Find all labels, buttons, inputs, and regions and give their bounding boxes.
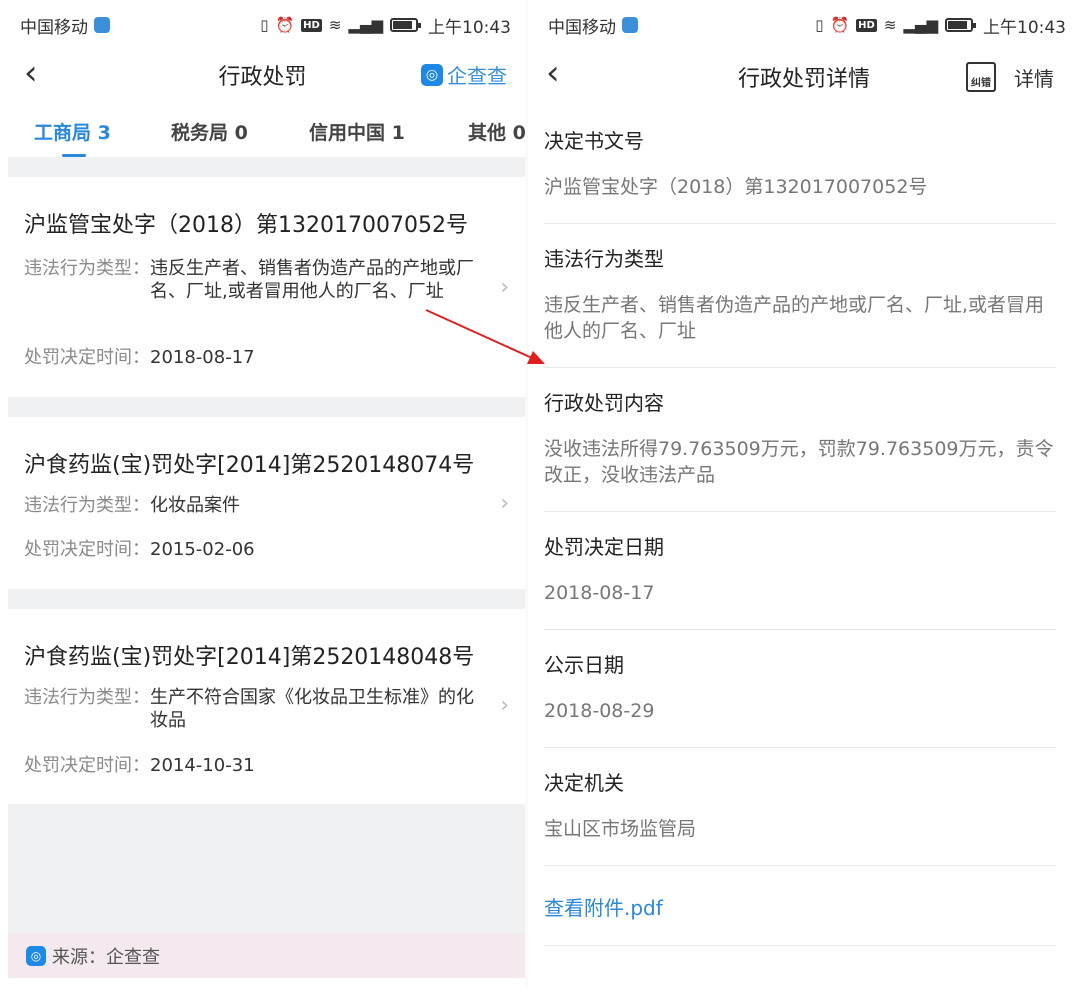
- type-value: 生产不符合国家《化妆品卫生标准》的化妆品: [150, 687, 474, 731]
- field-value: 2018-08-17: [544, 582, 655, 604]
- battery-icon: [390, 18, 421, 32]
- right-screen: 中国移动 ▯ ⏰ HD ≋ ▂▄▆ 上午10:43 ‹ 行政处罚详情 纠错 详情…: [528, 0, 1080, 988]
- tab-label: 工商局 3: [34, 122, 111, 144]
- tab-xinyong[interactable]: 信用中国 1: [309, 104, 405, 145]
- status-bar: 中国移动 ▯ ⏰ HD ≋ ▂▄▆ 上午10:43: [0, 0, 525, 50]
- record-date-row: 处罚决定时间： 2015-02-06: [24, 538, 485, 561]
- tab-gongshang[interactable]: 工商局 3: [34, 104, 111, 157]
- record-type-row: 违法行为类型： 化妆品案件: [24, 494, 485, 517]
- date-value: 2015-02-06: [150, 539, 255, 560]
- source-footer: ◎ 来源：企查查: [8, 933, 525, 978]
- wifi-icon: ≋: [328, 16, 342, 34]
- record-date-row: 处罚决定时间： 2018-08-17: [24, 346, 485, 369]
- alarm-icon: ⏰: [830, 16, 850, 34]
- field-decision-number: 决定书文号 沪监管宝处字（2018）第132017007052号: [544, 106, 1056, 224]
- hd-icon: HD: [301, 18, 322, 32]
- qichacha-icon: ◎: [421, 63, 443, 86]
- field-label: 决定机关: [544, 771, 624, 795]
- chevron-right-icon: ›: [500, 491, 509, 516]
- date-value: 2018-08-17: [150, 347, 255, 368]
- record-card[interactable]: 沪食药监(宝)罚处字[2014]第2520148074号 违法行为类型： 化妆品…: [8, 417, 525, 589]
- carrier-name: 中国移动: [20, 17, 88, 38]
- alarm-icon: ⏰: [275, 16, 295, 34]
- date-label: 处罚决定时间：: [24, 347, 150, 368]
- clock: 上午10:43: [428, 17, 511, 38]
- date-value: 2014-10-31: [150, 755, 255, 776]
- date-label: 处罚决定时间：: [24, 755, 150, 776]
- hd-icon: HD: [856, 18, 877, 32]
- carrier-badge-icon: [622, 17, 638, 33]
- record-title: 沪食药监(宝)罚处字[2014]第2520148074号: [24, 453, 475, 478]
- field-label: 决定书文号: [544, 129, 644, 153]
- attachment-link[interactable]: 查看附件.pdf: [544, 866, 1056, 946]
- signal-icon: ▂▄▆: [348, 16, 383, 34]
- carrier: 中国移动: [20, 13, 110, 38]
- date-label: 处罚决定时间：: [24, 539, 150, 560]
- type-value: 化妆品案件: [150, 495, 240, 516]
- empty-area: [8, 804, 525, 933]
- record-card[interactable]: 沪监管宝处字（2018）第132017007052号 违法行为类型： 违反生产者…: [8, 177, 525, 397]
- detail-button[interactable]: 详情: [1014, 63, 1054, 92]
- status-icons: ▯ ⏰ HD ≋ ▂▄▆ 上午10:43: [815, 13, 1066, 38]
- field-authority: 决定机关 宝山区市场监管局: [544, 748, 1056, 866]
- record-date-row: 处罚决定时间： 2014-10-31: [24, 754, 485, 777]
- wifi-icon: ≋: [883, 16, 897, 34]
- clock: 上午10:43: [983, 17, 1066, 38]
- type-label: 违法行为类型：: [24, 687, 150, 708]
- correction-icon[interactable]: 纠错: [966, 62, 996, 92]
- field-penalty-content: 行政处罚内容 没收违法所得79.763509万元，罚款79.763509万元，责…: [544, 368, 1056, 512]
- field-publish-date: 公示日期 2018-08-29: [544, 630, 1056, 748]
- tab-qita[interactable]: 其他 0: [468, 104, 525, 145]
- nav-bar: ‹ 行政处罚详情 纠错 详情: [528, 50, 1080, 100]
- record-type-row: 违法行为类型： 违反生产者、销售者伪造产品的产地或厂名、厂址,或者冒用他人的厂名…: [24, 257, 485, 303]
- field-violation-type: 违法行为类型 违反生产者、销售者伪造产品的产地或厂名、厂址,或者冒用他人的厂名、…: [544, 224, 1056, 368]
- nav-bar: ‹ 行政处罚 ◎ 企查查: [0, 50, 525, 100]
- field-value: 沪监管宝处字（2018）第132017007052号: [544, 176, 928, 198]
- record-title: 沪食药监(宝)罚处字[2014]第2520148048号: [24, 645, 475, 670]
- field-label: 处罚决定日期: [544, 535, 664, 559]
- field-value: 违反生产者、销售者伪造产品的产地或厂名、厂址,或者冒用他人的厂名、厂址: [544, 294, 1045, 342]
- vibrate-icon: ▯: [260, 16, 269, 34]
- field-value: 2018-08-29: [544, 700, 655, 722]
- detail-list: 决定书文号 沪监管宝处字（2018）第132017007052号 违法行为类型 …: [544, 106, 1056, 946]
- source-text: 来源：企查查: [52, 946, 160, 968]
- status-bar: 中国移动 ▯ ⏰ HD ≋ ▂▄▆ 上午10:43: [528, 0, 1080, 50]
- chevron-right-icon: ›: [500, 693, 509, 718]
- type-value: 违反生产者、销售者伪造产品的产地或厂名、厂址,或者冒用他人的厂名、厂址: [150, 258, 474, 302]
- field-label: 行政处罚内容: [544, 391, 664, 415]
- status-icons: ▯ ⏰ HD ≋ ▂▄▆ 上午10:43: [260, 13, 511, 38]
- record-card[interactable]: 沪食药监(宝)罚处字[2014]第2520148048号 违法行为类型： 生产不…: [8, 609, 525, 804]
- section-gap: [8, 157, 525, 177]
- brand-logo: ◎ 企查查: [421, 60, 507, 89]
- field-label: 违法行为类型: [544, 247, 664, 271]
- brand-name: 企查查: [447, 64, 507, 88]
- field-value: 宝山区市场监管局: [544, 818, 697, 840]
- section-gap: [8, 397, 525, 417]
- carrier-name: 中国移动: [548, 17, 616, 38]
- vibrate-icon: ▯: [815, 16, 824, 34]
- carrier: 中国移动: [548, 13, 638, 38]
- tab-bar: 工商局 3 税务局 0 信用中国 1 其他 0: [0, 104, 525, 160]
- nav-actions: 纠错 详情: [966, 62, 1054, 92]
- section-gap: [8, 589, 525, 609]
- record-title: 沪监管宝处字（2018）第132017007052号: [24, 213, 468, 238]
- tab-label: 其他 0: [468, 122, 525, 144]
- field-label: 公示日期: [544, 653, 624, 677]
- record-type-row: 违法行为类型： 生产不符合国家《化妆品卫生标准》的化妆品: [24, 686, 485, 732]
- signal-icon: ▂▄▆: [903, 16, 938, 34]
- tab-label: 信用中国 1: [309, 122, 405, 144]
- type-label: 违法行为类型：: [24, 495, 150, 516]
- carrier-badge-icon: [94, 17, 110, 33]
- tab-label: 税务局 0: [171, 122, 248, 144]
- field-value: 没收违法所得79.763509万元，罚款79.763509万元，责令改正，没收违…: [544, 438, 1054, 486]
- field-decision-date: 处罚决定日期 2018-08-17: [544, 512, 1056, 630]
- left-screen: 中国移动 ▯ ⏰ HD ≋ ▂▄▆ 上午10:43 ‹ 行政处罚 ◎ 企查查 工…: [0, 0, 525, 988]
- qichacha-icon: ◎: [26, 945, 46, 966]
- tab-shuiwu[interactable]: 税务局 0: [171, 104, 248, 145]
- chevron-right-icon: ›: [500, 275, 509, 300]
- battery-icon: [945, 18, 976, 32]
- type-label: 违法行为类型：: [24, 258, 150, 279]
